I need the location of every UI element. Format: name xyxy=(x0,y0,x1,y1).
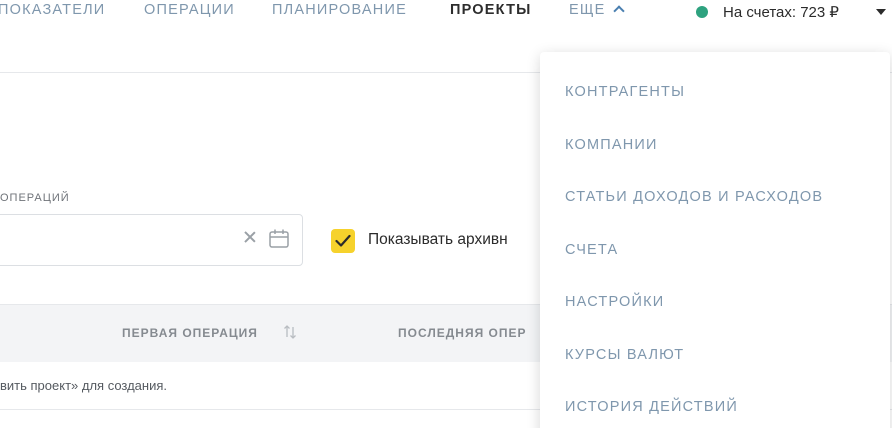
date-range-label: ОПЕРАЦИЙ xyxy=(0,192,70,204)
show-archived-label[interactable]: Показывать архивн xyxy=(368,231,538,249)
clear-icon[interactable] xyxy=(243,230,257,244)
column-first-operation[interactable]: ПЕРВАЯ ОПЕРАЦИЯ xyxy=(122,326,258,340)
nav-tab-more-label: ЕЩЕ xyxy=(569,2,606,18)
sort-icon[interactable] xyxy=(283,323,297,341)
calendar-icon[interactable] xyxy=(269,229,289,248)
show-archived-checkbox[interactable] xyxy=(331,229,355,253)
empty-state-text: вить проект» для создания. xyxy=(0,378,168,393)
menu-item-income-expense-categories[interactable]: СТАТЬИ ДОХОДОВ И РАСХОДОВ xyxy=(565,189,823,205)
balance-text: На счетах: 723 ₽ xyxy=(723,4,839,21)
nav-tab-operations[interactable]: ОПЕРАЦИИ xyxy=(144,2,235,18)
checkmark-icon xyxy=(335,234,351,247)
date-range-input[interactable] xyxy=(0,214,303,266)
top-navigation: ПОКАЗАТЕЛИ ОПЕРАЦИИ ПЛАНИРОВАНИЕ ПРОЕКТЫ… xyxy=(0,0,892,30)
chevron-up-icon xyxy=(612,5,625,17)
more-dropdown-menu: КОНТРАГЕНТЫ КОМПАНИИ СТАТЬИ ДОХОДОВ И РА… xyxy=(540,52,890,428)
caret-down-icon xyxy=(876,9,886,15)
menu-item-settings[interactable]: НАСТРОЙКИ xyxy=(565,294,664,310)
menu-item-activity-history[interactable]: ИСТОРИЯ ДЕЙСТВИЙ xyxy=(565,399,738,415)
menu-item-exchange-rates[interactable]: КУРСЫ ВАЛЮТ xyxy=(565,347,684,363)
menu-item-companies[interactable]: КОМПАНИИ xyxy=(565,137,658,153)
nav-tab-more[interactable]: ЕЩЕ xyxy=(569,2,625,18)
column-last-operation[interactable]: ПОСЛЕДНЯЯ ОПЕР xyxy=(398,326,527,340)
menu-item-accounts[interactable]: СЧЕТА xyxy=(565,242,618,258)
nav-tab-projects[interactable]: ПРОЕКТЫ xyxy=(450,2,532,18)
status-dot-icon xyxy=(696,6,708,18)
nav-tab-planning[interactable]: ПЛАНИРОВАНИЕ xyxy=(272,2,407,18)
menu-item-counterparties[interactable]: КОНТРАГЕНТЫ xyxy=(565,84,685,100)
nav-tab-indicators[interactable]: ПОКАЗАТЕЛИ xyxy=(0,2,105,18)
